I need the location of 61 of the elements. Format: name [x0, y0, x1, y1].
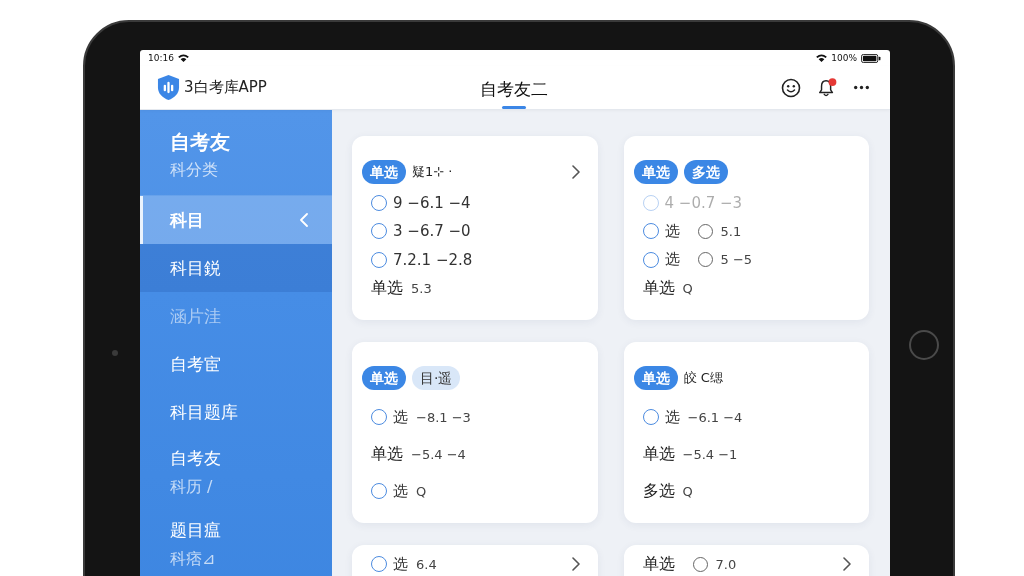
option-text: 3 −6.7 −0	[393, 222, 471, 240]
type-tag: 单选	[362, 160, 406, 184]
sidebar-subitem[interactable]: 科目鋭	[140, 244, 332, 292]
option-value: −6.1 −4	[687, 409, 743, 425]
option-text: 多选	[642, 480, 675, 502]
wifi-icon	[177, 54, 189, 62]
type-tag: 单选	[362, 366, 406, 390]
option-value: 6.4	[416, 556, 437, 572]
battery-percent: 100%	[831, 53, 857, 63]
option-text: 选	[664, 221, 680, 241]
sidebar-item[interactable]: 题目瘟 科痞⊿	[140, 508, 332, 576]
smiley-icon[interactable]	[781, 77, 801, 98]
option-value: 5.3	[411, 280, 432, 296]
option-value: 5 −5	[720, 252, 753, 267]
option-text: 选	[393, 554, 408, 574]
sidebar-item[interactable]: 自考宦	[140, 340, 332, 388]
option-text: 9 −6.1 −4	[393, 193, 471, 212]
option-value: Q	[682, 280, 693, 296]
chevron-left-icon	[300, 213, 308, 227]
nav-tab[interactable]: 自考友二	[477, 66, 550, 109]
option-text: 单选	[371, 443, 403, 465]
type-tag: 目·遥	[412, 366, 461, 390]
option-text: 选	[664, 250, 680, 269]
sidebar-item[interactable]: 科目题库	[140, 388, 332, 436]
app-name: 3白考库APP	[184, 78, 267, 97]
chevron-right-icon[interactable]	[843, 557, 851, 571]
option-text: 单选	[642, 553, 675, 575]
option-text: 选	[393, 407, 408, 427]
type-tag: 多选	[683, 160, 728, 184]
type-tag: 单选	[633, 366, 678, 390]
sidebar-item[interactable]: 自考友 科历 /	[140, 436, 332, 508]
option-value: Q	[682, 483, 693, 499]
bell-icon[interactable]	[817, 77, 837, 98]
option-text: 选	[664, 407, 680, 427]
option-text: 7.2.1 −2.8	[393, 250, 473, 269]
camera-dot-icon	[112, 350, 118, 356]
option-value: 5.1	[720, 223, 742, 239]
home-ring-icon	[909, 330, 939, 360]
option-text: 选	[393, 481, 408, 501]
status-time: 10:16	[148, 53, 174, 63]
option-value: −8.1 −3	[416, 409, 471, 425]
sidebar-title: 自考友	[170, 129, 230, 156]
type-tag: 单选	[633, 160, 678, 184]
card-label: 疑1⊹ ·	[412, 163, 453, 181]
card-label: 皎 C缌	[683, 369, 723, 387]
option-text: 单选	[642, 277, 675, 299]
wifi-icon	[816, 54, 828, 62]
option-text: 4 −0.7 −3	[664, 193, 743, 212]
chevron-right-icon[interactable]	[571, 557, 580, 571]
sidebar-subtitle: 科分类	[170, 159, 218, 181]
battery-icon	[861, 53, 881, 63]
sidebar-item[interactable]: 科目	[140, 196, 332, 244]
chevron-right-icon[interactable]	[571, 165, 580, 179]
more-icon[interactable]	[853, 85, 870, 90]
option-text: 单选	[371, 277, 403, 299]
option-value: −5.4 −4	[411, 446, 466, 462]
option-value: 7.0	[715, 556, 737, 572]
option-value: −5.4 −1	[682, 446, 738, 462]
option-value: Q	[416, 483, 427, 499]
app-logo-icon	[157, 75, 180, 100]
option-text: 单选	[642, 443, 675, 465]
